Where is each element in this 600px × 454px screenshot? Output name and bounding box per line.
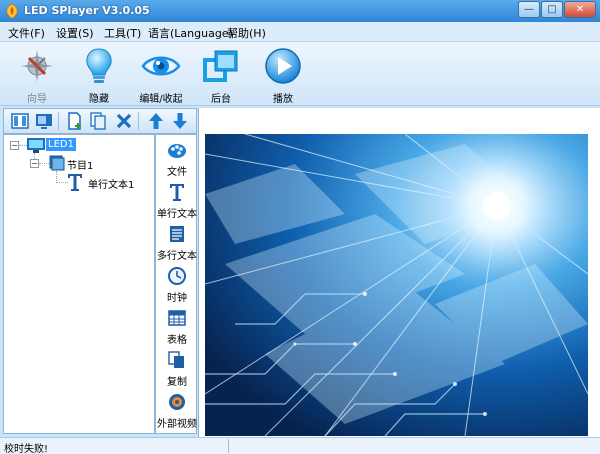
add-item-panel: 文件 单行文本 多行文本 时钟 表格 复制 外部视频 — [155, 134, 197, 434]
program-expander[interactable]: − — [30, 159, 39, 168]
menu-language[interactable]: 语言(Language) — [148, 25, 233, 41]
add-copy-button[interactable]: 复制 — [156, 347, 198, 388]
background-button[interactable]: 后台 — [186, 44, 256, 105]
video-icon — [169, 394, 185, 410]
copy-icon — [168, 351, 184, 368]
wizard-icon — [21, 50, 53, 82]
delete-icon[interactable] — [114, 111, 134, 131]
add-table-label: 表格 — [167, 335, 187, 346]
move-up-icon[interactable] — [146, 111, 166, 131]
toolbar-separator — [138, 112, 139, 130]
main-toolbar: 向导 隐藏 编辑/收起 后台 播放 — [0, 42, 600, 106]
menu-bar: 文件(F) 设置(S) 工具(T) 语言(Language) 帮助(H) — [0, 22, 600, 42]
add-single-text-button[interactable]: 单行文本 — [156, 179, 198, 220]
background-label: 后台 — [211, 94, 231, 105]
menu-settings[interactable]: 设置(S) — [56, 25, 94, 41]
title-bar[interactable]: LED SPlayer V3.0.05 — □ ✕ — [0, 0, 600, 22]
single-line-text-icon — [68, 174, 82, 191]
add-clock-button[interactable]: 时钟 — [156, 263, 198, 304]
add-table-button[interactable]: 表格 — [156, 305, 198, 346]
add-external-video-button[interactable]: 外部视频 — [156, 389, 198, 430]
hide-button[interactable]: 隐藏 — [64, 44, 134, 105]
tree-node-text1[interactable]: 单行文本1 — [88, 176, 134, 191]
add-multi-text-button[interactable]: 多行文本 — [156, 221, 198, 262]
status-separator — [228, 439, 229, 453]
screen-icon[interactable] — [34, 111, 54, 131]
add-clock-label: 时钟 — [167, 293, 187, 304]
window-title: LED SPlayer V3.0.05 — [24, 4, 150, 17]
app-logo-icon — [6, 3, 18, 19]
multiline-text-icon — [170, 226, 184, 242]
play-icon — [265, 48, 301, 84]
preview-image[interactable] — [205, 134, 588, 436]
program-tree: − LED1 − 节目1 单行文本1 — [3, 134, 155, 434]
film-icon[interactable] — [10, 111, 30, 131]
menu-help[interactable]: 帮助(H) — [227, 25, 266, 41]
status-message: 校时失败! — [4, 444, 49, 454]
copy-pages-icon[interactable] — [88, 111, 108, 131]
table-icon — [168, 310, 186, 326]
tree-node-program1[interactable]: 节目1 — [67, 157, 93, 172]
menu-tools[interactable]: 工具(T) — [104, 25, 141, 41]
new-page-icon[interactable] — [64, 111, 84, 131]
minimize-button[interactable]: — — [518, 1, 540, 18]
program-icon — [49, 155, 65, 171]
clock-icon — [168, 267, 186, 285]
add-multi-text-label: 多行文本 — [157, 251, 197, 262]
move-down-icon[interactable] — [170, 111, 190, 131]
close-button[interactable]: ✕ — [564, 1, 596, 18]
maximize-button[interactable]: □ — [541, 1, 563, 18]
preview-area — [198, 108, 600, 438]
text-icon — [170, 184, 184, 201]
program-toolbar — [3, 108, 197, 134]
hide-label: 隐藏 — [89, 94, 109, 105]
play-button[interactable]: 播放 — [248, 44, 318, 105]
menu-file[interactable]: 文件(F) — [8, 25, 45, 41]
status-bar: 校时失败! — [0, 437, 600, 454]
add-external-video-label: 外部视频 — [157, 419, 197, 430]
toolbar-separator — [58, 112, 59, 130]
play-label: 播放 — [273, 94, 293, 105]
screen-expander[interactable]: − — [10, 141, 19, 150]
add-single-text-label: 单行文本 — [157, 209, 197, 220]
wizard-label: 向导 — [27, 94, 47, 105]
add-file-button[interactable]: 文件 — [156, 137, 198, 178]
windows-icon — [203, 50, 238, 82]
eye-icon — [141, 56, 181, 76]
tree-node-led1[interactable]: LED1 — [46, 138, 76, 151]
add-file-label: 文件 — [167, 167, 187, 178]
add-copy-label: 复制 — [167, 377, 187, 388]
wizard-button[interactable]: 向导 — [2, 44, 72, 105]
lightbulb-icon — [86, 48, 112, 83]
file-icon — [168, 144, 186, 158]
led-screen-icon — [27, 138, 45, 153]
